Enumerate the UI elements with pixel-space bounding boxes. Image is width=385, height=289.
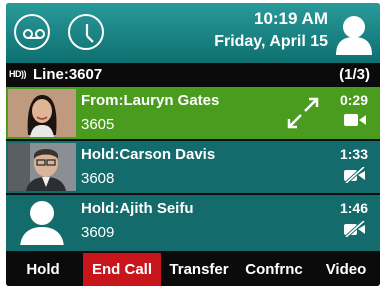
call-duration: 1:33	[339, 146, 368, 162]
caller-name: Hold:Carson Davis	[81, 146, 216, 163]
caller-number: 3608	[81, 170, 115, 187]
voicemail-button[interactable]	[14, 14, 50, 50]
end-call-softkey[interactable]: End Call	[83, 253, 161, 286]
caller-photo	[8, 143, 76, 191]
conference-softkey[interactable]: Confrnc	[237, 253, 311, 286]
user-avatar-icon[interactable]	[334, 13, 374, 55]
caller-number: 3605	[81, 116, 115, 133]
call-row-carson-davis[interactable]: Hold:Carson Davis 3608 1:33	[6, 141, 380, 193]
clock-time: 10:19 AM	[253, 9, 328, 28]
video-off-icon	[344, 167, 366, 183]
video-softkey[interactable]: Video	[312, 253, 380, 286]
call-duration: 1:46	[339, 200, 368, 216]
caller-number: 3609	[81, 224, 115, 241]
voicemail-icon	[23, 29, 45, 39]
caller-name: From:Lauryn Gates	[81, 92, 220, 109]
recent-calls-button[interactable]	[68, 14, 104, 50]
hold-softkey[interactable]: Hold	[6, 253, 80, 286]
clock-icon	[85, 24, 94, 43]
line-label: Line:3607	[33, 66, 103, 83]
call-row-ajith-seifu[interactable]: Hold:Ajith Seifu 3609 1:46	[6, 195, 380, 251]
video-camera-icon	[344, 114, 366, 126]
status-bar: 10:19 AM Friday, April 15	[6, 3, 380, 63]
softkey-bar: Hold End Call Transfer Confrnc Video	[6, 253, 380, 286]
call-duration: 0:29	[339, 92, 368, 108]
caller-name: Hold:Ajith Seifu	[81, 200, 194, 217]
call-row-lauryn-gates[interactable]: From:Lauryn Gates 3605 0:29	[6, 87, 380, 139]
expand-video-icon[interactable]	[286, 96, 320, 130]
default-avatar-icon	[20, 201, 64, 245]
clock-date: Friday, April 15	[214, 33, 328, 50]
line-bar: HD)) Line:3607 (1/3)	[6, 63, 380, 87]
hd-audio-badge: HD))	[9, 69, 27, 79]
phone-screen: 10:19 AM Friday, April 15 HD)) Line:3607…	[6, 3, 380, 286]
video-off-icon	[344, 221, 366, 237]
call-count: (1/3)	[339, 66, 370, 83]
caller-photo	[8, 89, 76, 137]
caller-avatar	[8, 197, 76, 245]
transfer-softkey[interactable]: Transfer	[162, 253, 236, 286]
